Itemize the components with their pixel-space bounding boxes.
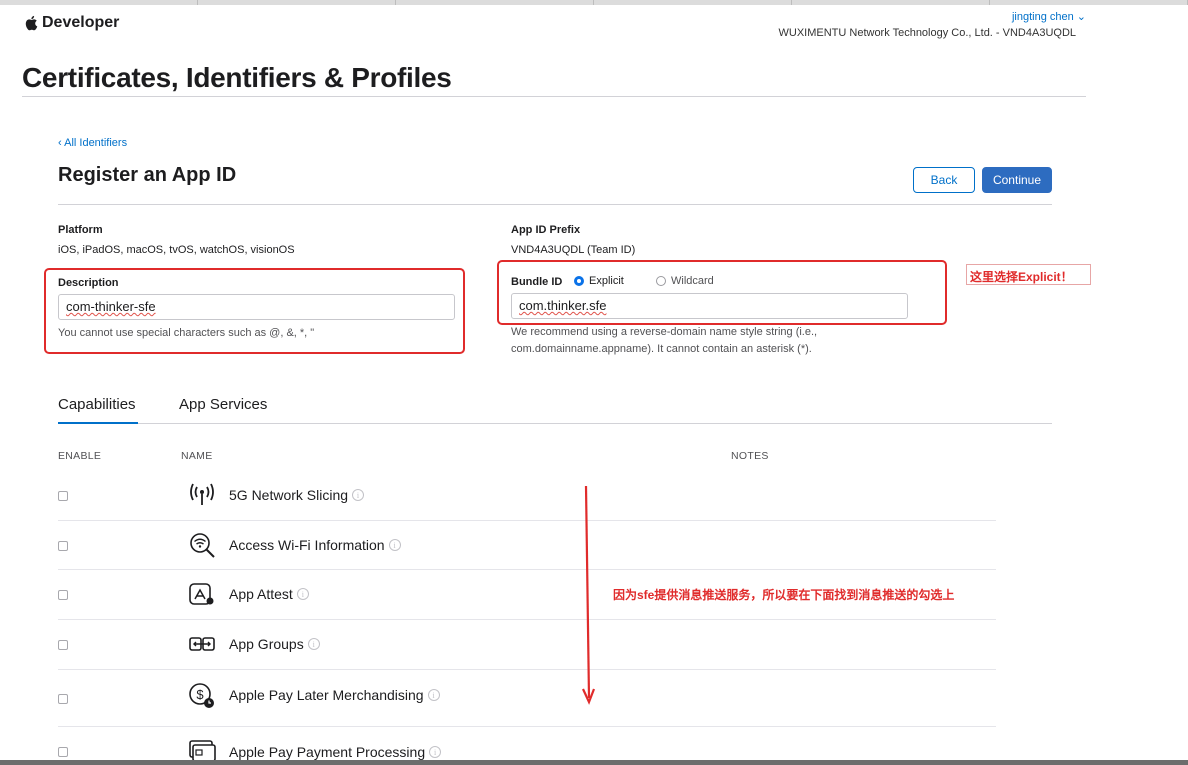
continue-button[interactable]: Continue xyxy=(982,167,1052,193)
dollar-clock-icon: $ xyxy=(189,683,214,708)
capability-name: App Attest i xyxy=(229,586,309,602)
section-heading: Register an App ID xyxy=(58,164,237,186)
svg-text:$: $ xyxy=(196,687,204,702)
bundle-id-help-line-1: We recommend using a reverse-domain name… xyxy=(511,326,818,338)
app-attest-icon xyxy=(189,583,214,605)
wifi-search-icon xyxy=(190,533,215,558)
capability-name: Access Wi-Fi Information i xyxy=(229,537,401,553)
app-id-prefix-label: App ID Prefix xyxy=(511,224,581,236)
team-name: WUXIMENTU Network Technology Co., Ltd. -… xyxy=(778,27,1077,39)
back-button[interactable]: Back xyxy=(913,167,975,193)
app-groups-icon xyxy=(189,637,215,651)
table-row: Access Wi-Fi Information i xyxy=(58,521,996,570)
platform-value: iOS, iPadOS, macOS, tvOS, watchOS, visio… xyxy=(58,244,295,256)
top-navigation: Developer jingting chen ⌄ WUXIMENTU Netw… xyxy=(0,5,1188,45)
annotation-push: 因为sfe提供消息推送服务，所以要在下面找到消息推送的勾选上 xyxy=(613,588,955,602)
window-bottom-edge xyxy=(0,760,1188,765)
column-header-notes: NOTES xyxy=(731,450,769,462)
table-row: $ Apple Pay Later Merchandising i xyxy=(58,670,996,727)
enable-checkbox[interactable] xyxy=(58,491,68,501)
info-icon[interactable]: i xyxy=(352,489,365,501)
title-divider xyxy=(22,96,1086,97)
annotation-explicit: 这里选择Explicit！ xyxy=(970,270,1073,284)
info-icon[interactable]: i xyxy=(296,588,309,600)
enable-checkbox[interactable] xyxy=(58,640,68,650)
heading-divider xyxy=(58,204,1052,205)
all-identifiers-link[interactable]: ‹ All Identifiers xyxy=(58,137,127,149)
capability-name: App Groups i xyxy=(229,636,320,652)
info-icon[interactable]: i xyxy=(427,689,440,701)
capability-name: 5G Network Slicing i xyxy=(229,487,365,503)
developer-brand[interactable]: Developer xyxy=(24,14,119,32)
bundle-id-help-line-2: com.domainname.appname). It cannot conta… xyxy=(511,343,812,355)
app-id-prefix-value: VND4A3UQDL (Team ID) xyxy=(511,244,636,256)
info-icon[interactable]: i xyxy=(429,746,442,758)
capability-name: Apple Pay Later Merchandising i xyxy=(229,687,440,703)
antenna-icon xyxy=(190,483,214,505)
enable-checkbox[interactable] xyxy=(58,541,68,551)
info-icon[interactable]: i xyxy=(307,638,320,650)
enable-checkbox[interactable] xyxy=(58,747,68,757)
account-menu[interactable]: jingting chen ⌄ xyxy=(1012,10,1086,23)
apple-logo-icon xyxy=(25,15,38,31)
brand-label: Developer xyxy=(42,14,120,31)
column-header-name: NAME xyxy=(181,450,213,462)
tabs-divider xyxy=(58,423,1052,424)
table-row: 5G Network Slicing i xyxy=(58,470,996,521)
bundle-id-highlight-box xyxy=(497,260,947,325)
info-icon[interactable]: i xyxy=(388,539,401,551)
enable-checkbox[interactable] xyxy=(58,694,68,704)
description-highlight-box xyxy=(44,268,465,354)
enable-checkbox[interactable] xyxy=(58,590,68,600)
column-header-enable: ENABLE xyxy=(58,450,102,462)
platform-label: Platform xyxy=(58,224,103,236)
annotation-arrow-icon xyxy=(582,486,596,705)
page-title: Certificates, Identifiers & Profiles xyxy=(22,62,452,93)
table-row: App Groups i xyxy=(58,620,996,670)
tab-capabilities[interactable]: Capabilities xyxy=(58,396,136,413)
active-tab-indicator xyxy=(58,422,138,424)
capability-name: Apple Pay Payment Processing i xyxy=(229,744,442,760)
tab-app-services[interactable]: App Services xyxy=(179,396,267,413)
